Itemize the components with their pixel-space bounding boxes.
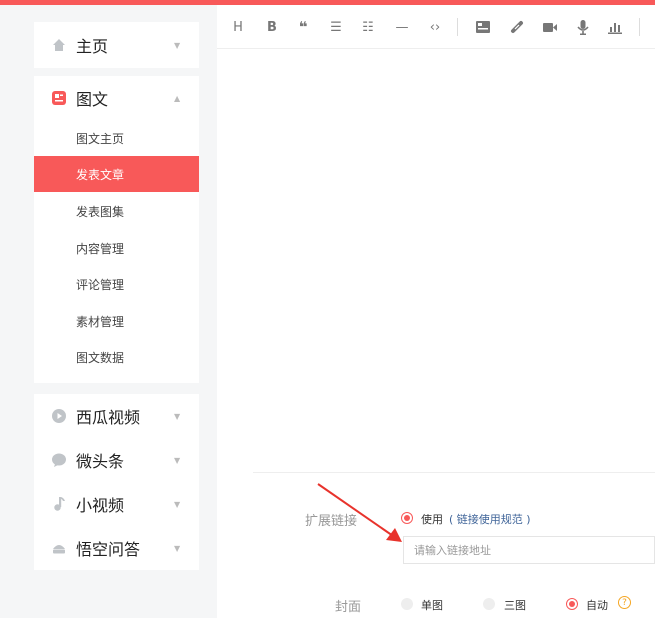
form-divider [253, 472, 655, 473]
sidebar-item-wukong-qa[interactable]: 悟空问答 ▼ [34, 526, 199, 570]
chat-icon [52, 453, 66, 467]
quote-button[interactable]: ❝ [295, 18, 311, 36]
sidebar-subitem-article-home[interactable]: 图文主页 [34, 120, 199, 156]
bold-button[interactable]: B [265, 19, 279, 35]
video-button[interactable] [542, 19, 558, 35]
sidebar-item-label: 小视频 [76, 496, 125, 515]
toolbar-divider [457, 18, 458, 36]
ext-link-input[interactable]: 请输入链接地址 [403, 536, 655, 564]
code-button[interactable]: ‹› [426, 19, 444, 35]
sidebar-item-xigua-video[interactable]: 西瓜视频 ▼ [34, 394, 199, 438]
chevron-up-icon: ▲ [174, 93, 181, 103]
chevron-down-icon: ▼ [174, 411, 181, 421]
microphone-icon [577, 19, 589, 35]
article-icon [52, 91, 66, 105]
ext-link-label: 扩展链接 [305, 514, 358, 529]
horizontal-rule-button[interactable]: — [394, 19, 410, 35]
chart-button[interactable] [607, 19, 623, 35]
sidebar-home-card: 主页 ▼ [34, 22, 199, 68]
image-icon [476, 21, 490, 33]
sidebar-subitem-label: 素材管理 [76, 314, 125, 329]
chevron-down-icon: ▼ [174, 455, 181, 465]
cover-auto-radio[interactable] [566, 598, 578, 610]
chevron-down-icon: ▼ [174, 543, 181, 553]
image-button[interactable] [475, 19, 491, 35]
sidebar-news-card: 图文 ▲ 图文主页 发表文章 发表图集 内容管理 评论管理 素材管理 图文数据 [34, 76, 199, 383]
sidebar-subitem-label: 图文主页 [76, 131, 125, 146]
link-icon [511, 21, 523, 33]
ext-link-use-label: 使用 [421, 513, 443, 526]
sidebar-subitem-article-data[interactable]: 图文数据 [34, 339, 199, 375]
editor-panel: H B ❝ ☰ ☷ — ‹› 扩展链接 使用 ( 链接使用规范 ) 请输入链接地… [217, 5, 655, 618]
editor-toolbar: H B ❝ ☰ ☷ — ‹› [217, 5, 655, 49]
sidebar-subitem-material-manage[interactable]: 素材管理 [34, 303, 199, 339]
audio-button[interactable] [575, 19, 591, 35]
sidebar-subitem-content-manage[interactable]: 内容管理 [34, 230, 199, 266]
cover-triple-radio[interactable] [483, 598, 495, 610]
cover-label: 封面 [335, 600, 362, 615]
play-icon [52, 409, 66, 423]
qa-icon [53, 545, 65, 554]
heading-button[interactable]: H [231, 19, 245, 35]
bar-chart-icon [608, 23, 622, 34]
cover-triple-label: 三图 [504, 599, 526, 612]
sidebar-subitem-label: 发表文章 [76, 167, 125, 182]
sidebar-item-label: 悟空问答 [76, 540, 141, 559]
sidebar-item-label: 西瓜视频 [76, 408, 141, 427]
link-usage-rules-link[interactable]: ( 链接使用规范 ) [449, 511, 531, 527]
toolbar-divider [639, 18, 640, 36]
ext-link-use-radio[interactable] [401, 512, 413, 524]
cover-auto-label: 自动 [586, 599, 608, 612]
sidebar-item-micro-headline[interactable]: 微头条 ▼ [34, 438, 199, 482]
bullet-list-button[interactable]: ☰ [328, 19, 344, 35]
help-icon[interactable]: ? [618, 596, 631, 609]
sidebar-item-label: 微头条 [76, 452, 125, 471]
sidebar-subitem-label: 评论管理 [76, 277, 125, 292]
sidebar-item-home[interactable]: 主页 ▼ [34, 23, 199, 67]
video-icon [543, 22, 557, 32]
sidebar-subitem-label: 内容管理 [76, 241, 125, 256]
cover-single-label: 单图 [421, 599, 443, 612]
sidebar-subitem-label: 图文数据 [76, 350, 125, 365]
sidebar-subitem-publish-gallery[interactable]: 发表图集 [34, 193, 199, 229]
sidebar-subitem-publish-article[interactable]: 发表文章 [34, 156, 199, 192]
link-button[interactable] [509, 19, 525, 35]
sidebar-subitem-label: 发表图集 [76, 204, 125, 219]
chevron-down-icon: ▼ [174, 499, 181, 509]
sidebar-subitem-comment-manage[interactable]: 评论管理 [34, 266, 199, 302]
music-note-icon [54, 497, 65, 511]
sidebar-item-label: 图文 [76, 90, 109, 109]
home-icon [53, 39, 65, 51]
sidebar-item-short-video[interactable]: 小视频 ▼ [34, 482, 199, 526]
chevron-down-icon: ▼ [174, 40, 181, 50]
sidebar-item-news[interactable]: 图文 ▲ [34, 76, 199, 120]
sidebar-more-card: 西瓜视频 ▼ 微头条 ▼ 小视频 ▼ 悟空问答 ▼ [34, 394, 199, 570]
cover-single-radio[interactable] [401, 598, 413, 610]
numbered-list-button[interactable]: ☷ [360, 19, 376, 35]
sidebar-item-label: 主页 [76, 37, 109, 56]
